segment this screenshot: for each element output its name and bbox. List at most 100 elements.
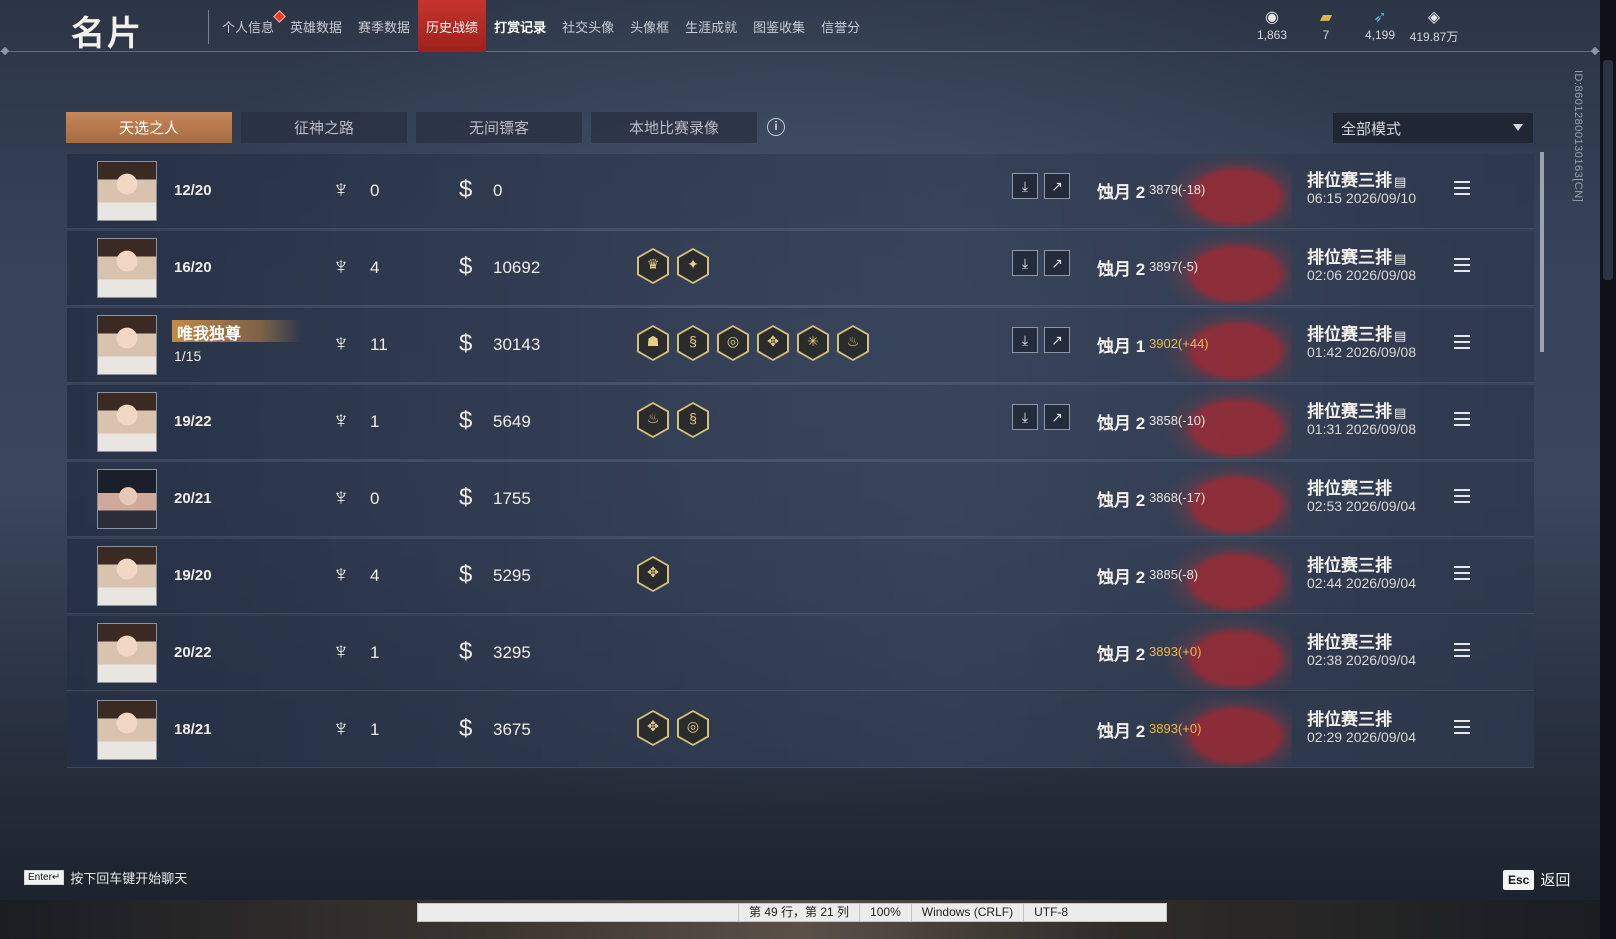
match-row[interactable]: 19/22 ♆ 1 $5649 ♨ § ⤓ ↗ 蚀月 2 3858(-10) 排位赛三排 ▤ 01:31… xyxy=(67,385,1534,460)
outer-scrollbar[interactable] xyxy=(1603,60,1613,280)
share-button[interactable]: ↗ xyxy=(1044,173,1070,199)
currency-value: 419.87万 xyxy=(1409,30,1459,44)
nav-item[interactable]: 历史战绩 xyxy=(418,0,487,52)
fire-badge-icon[interactable]: ♨ xyxy=(637,402,669,438)
document-icon: ▤ xyxy=(1394,405,1407,420)
match-row[interactable]: 19/20 ♆ 4 $5295 ✥ 蚀月 2 3885(-8) 排位赛三排 02:44 2026… xyxy=(67,539,1534,614)
match-row[interactable]: 20/22 ♆ 1 $3295 蚀月 2 3893(+0) 排位赛三排 02:38 2026/… xyxy=(67,616,1534,691)
match-mode-label: 排位赛三排 xyxy=(1307,248,1392,267)
tab-item[interactable]: 征神之路 xyxy=(241,112,407,143)
currency-item[interactable]: ◈ 419.87万 xyxy=(1407,6,1461,45)
match-mode-label: 排位赛三排 xyxy=(1307,325,1392,344)
currency-item[interactable]: ◉ 1,863 xyxy=(1245,6,1299,45)
nav-item[interactable]: 赛季数据 xyxy=(350,0,418,52)
hero-avatar[interactable] xyxy=(97,623,157,683)
download-replay-button[interactable]: ⤓ xyxy=(1012,250,1038,276)
blade-badge-icon[interactable]: ✥ xyxy=(637,710,669,746)
nav-item[interactable]: 打赏记录 xyxy=(486,0,554,52)
hero-avatar[interactable] xyxy=(97,546,157,606)
match-row[interactable]: 16/20 ♆ 4 $10692 ♛ ✦ ⤓ ↗ 蚀月 2 3897(-5) 排位赛三排 ▤ 02:06… xyxy=(67,231,1534,306)
star-badge-icon[interactable]: ✳ xyxy=(797,325,829,361)
match-mode: 排位赛三排 xyxy=(1307,551,1392,576)
hero-avatar[interactable] xyxy=(97,700,157,760)
line-ending: Windows (CRLF) xyxy=(910,904,1023,921)
enter-key-icon: Enter↵ xyxy=(24,870,65,885)
match-time: 02:29 2026/09/04 xyxy=(1307,729,1416,745)
fire-badge-icon[interactable]: ♨ xyxy=(837,325,869,361)
rank-score: 3868(-17) xyxy=(1149,490,1206,505)
dragon-badge-icon[interactable]: § xyxy=(677,325,709,361)
nav-item[interactable]: 生涯成就 xyxy=(677,0,745,52)
money-amount: 3295 xyxy=(493,643,531,662)
tab-item[interactable]: 本地比赛录像 xyxy=(591,112,757,143)
details-menu-icon[interactable] xyxy=(1454,181,1470,195)
kda-value: 20/22 xyxy=(174,644,212,661)
details-menu-icon[interactable] xyxy=(1454,258,1470,272)
wings-badge-icon[interactable]: ✦ xyxy=(677,248,709,284)
details-menu-icon[interactable] xyxy=(1454,412,1470,426)
details-menu-icon[interactable] xyxy=(1454,720,1470,734)
nav-item[interactable]: 头像框 xyxy=(622,0,677,52)
back-button[interactable]: Esc 返回 xyxy=(1503,869,1570,890)
kill-count: 1 xyxy=(370,643,380,662)
match-row[interactable]: 20/21 ♆ 0 $1755 蚀月 2 3868(-17) 排位赛三排 02:53 2026… xyxy=(67,462,1534,537)
nav-item-label: 信誉分 xyxy=(821,19,861,35)
money-amount: 1755 xyxy=(493,489,531,508)
spiral-badge-icon[interactable]: ◎ xyxy=(677,710,709,746)
money-icon: $ xyxy=(459,484,473,511)
details-menu-icon[interactable] xyxy=(1454,643,1470,657)
download-replay-button[interactable]: ⤓ xyxy=(1012,173,1038,199)
match-time: 02:06 2026/09/08 xyxy=(1307,267,1416,283)
blade-badge-icon[interactable]: ✥ xyxy=(637,556,669,592)
nav-item[interactable]: 英雄数据 xyxy=(282,0,350,52)
nav-item-label: 图鉴收集 xyxy=(753,19,806,35)
details-menu-icon[interactable] xyxy=(1454,335,1470,349)
nav-item[interactable]: 社交头像 xyxy=(554,0,622,52)
match-mode: 排位赛三排 xyxy=(1307,474,1392,499)
rank-tier: 蚀月 2 xyxy=(1097,414,1146,433)
spiral-badge-icon[interactable]: ◎ xyxy=(717,325,749,361)
currency-item[interactable]: ▰ 7 xyxy=(1299,6,1353,45)
match-row[interactable]: 唯我独尊 1/15 ♆ 11 $30143 ☗ § ◎ ✥ ✳ ♨ ⤓ ↗ 蚀月 1 3902(+44) 排位… xyxy=(67,308,1534,383)
money-icon: $ xyxy=(459,330,473,357)
match-time: 06:15 2026/09/10 xyxy=(1307,190,1416,206)
money-amount: 0 xyxy=(493,181,503,200)
page-title: 名片 xyxy=(71,15,143,53)
kills-trophy-icon: ♆ xyxy=(332,715,350,742)
tab-item[interactable]: 天选之人 xyxy=(66,112,232,143)
kda-value: 1/15 xyxy=(174,348,202,364)
details-menu-icon[interactable] xyxy=(1454,566,1470,580)
hero-avatar[interactable] xyxy=(97,238,157,298)
download-replay-button[interactable]: ⤓ xyxy=(1012,327,1038,353)
match-row[interactable]: 18/21 ♆ 1 $3675 ✥ ◎ 蚀月 2 3893(+0) 排位赛三排 02:29 202… xyxy=(67,693,1534,768)
record-tabs: 天选之人 征神之路 无间镖客 本地比赛录像 xyxy=(66,112,766,143)
currency-item[interactable]: ➶ 4,199 xyxy=(1353,6,1407,45)
kills-trophy-icon: ♆ xyxy=(332,407,350,434)
hero-avatar[interactable] xyxy=(97,315,157,375)
money-amount: 10692 xyxy=(493,258,541,277)
crown-badge-icon[interactable]: ♛ xyxy=(637,248,669,284)
nav-item-label: 赛季数据 xyxy=(358,19,411,35)
mode-filter-select[interactable]: 全部模式 xyxy=(1333,113,1533,143)
download-replay-button[interactable]: ⤓ xyxy=(1012,404,1038,430)
share-button[interactable]: ↗ xyxy=(1044,250,1070,276)
nav-item[interactable]: 信誉分 xyxy=(813,0,868,52)
match-row[interactable]: 12/20 ♆ 0 $0 ⤓ ↗ 蚀月 2 3879(-18) 排位赛三排 ▤ 06:15 2026… xyxy=(67,154,1534,229)
rank-score: 3858(-10) xyxy=(1149,413,1206,428)
hero-avatar[interactable] xyxy=(97,392,157,452)
share-button[interactable]: ↗ xyxy=(1044,404,1070,430)
details-menu-icon[interactable] xyxy=(1454,489,1470,503)
dragon-badge-icon[interactable]: § xyxy=(677,402,709,438)
share-button[interactable]: ↗ xyxy=(1044,327,1070,353)
rank-score: 3893(+0) xyxy=(1149,721,1202,736)
hero-avatar[interactable] xyxy=(97,469,157,529)
rank-score: 3893(+0) xyxy=(1149,644,1202,659)
blade-badge-icon[interactable]: ✥ xyxy=(757,325,789,361)
info-icon[interactable]: i xyxy=(767,118,785,136)
demon-badge-icon[interactable]: ☗ xyxy=(637,325,669,361)
nav-item[interactable]: 个人信息 xyxy=(214,0,286,52)
list-scrollbar[interactable] xyxy=(1540,152,1544,352)
hero-avatar[interactable] xyxy=(97,161,157,221)
tab-item[interactable]: 无间镖客 xyxy=(416,112,582,143)
nav-item[interactable]: 图鉴收集 xyxy=(745,0,813,52)
